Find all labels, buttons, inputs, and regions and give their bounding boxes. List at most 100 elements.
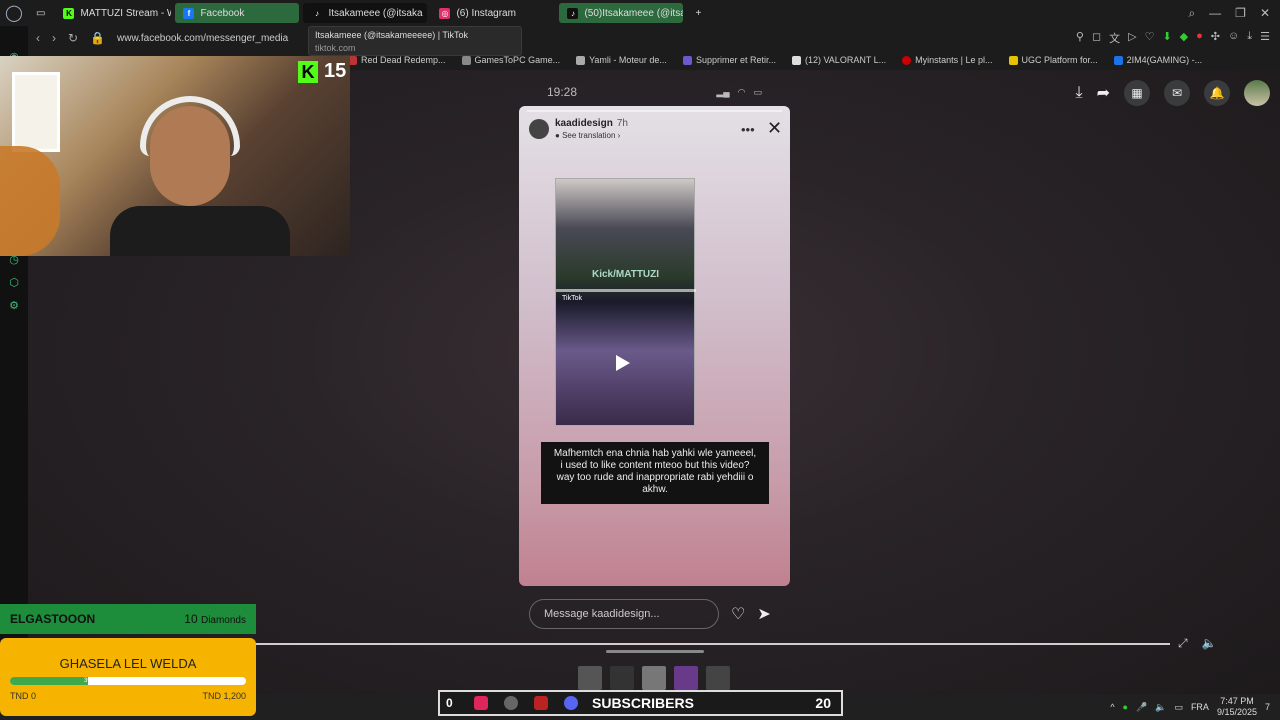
- bookmark-item[interactable]: UGC Platform for...: [1008, 55, 1098, 65]
- chevron-up-icon[interactable]: ^: [1110, 702, 1114, 712]
- kick-icon: K: [63, 7, 75, 19]
- apps-grid-icon[interactable]: ▦: [1124, 80, 1150, 106]
- speaker-icon[interactable]: 🔈: [1155, 702, 1166, 713]
- valorant-icon: [534, 696, 548, 710]
- donor-name: ELGASTOOON: [10, 612, 96, 626]
- tooltip-title: Itsakameee (@itsakameeeee) | TikTok: [315, 30, 469, 40]
- bookmark-item[interactable]: GamesToPC Game...: [461, 55, 561, 65]
- network-icon[interactable]: ▭: [1174, 702, 1183, 713]
- translate-icon[interactable]: 文: [1109, 30, 1120, 46]
- video-timeline[interactable]: [256, 643, 1170, 645]
- close-icon[interactable]: ✕: [767, 118, 782, 139]
- notification-badge[interactable]: 7: [1265, 702, 1270, 712]
- story-thumbnail[interactable]: [578, 666, 602, 690]
- avatar[interactable]: [1244, 80, 1270, 106]
- reload-icon[interactable]: ↻: [68, 31, 78, 45]
- see-translation-link[interactable]: See translation: [562, 131, 615, 140]
- story-thumbnail[interactable]: [610, 666, 634, 690]
- workspaces-icon: ▭: [36, 7, 46, 19]
- pin-icon[interactable]: ⚲: [1076, 30, 1084, 46]
- menu-icon[interactable]: ☰: [1260, 30, 1270, 46]
- tab-facebook[interactable]: f Facebook: [175, 3, 300, 23]
- language-indicator[interactable]: FRA: [1191, 702, 1209, 712]
- bookmark-item[interactable]: (12) VALORANT L...: [791, 55, 886, 65]
- download-icon[interactable]: ⤓: [1076, 84, 1083, 102]
- puzzle-icon[interactable]: ✣: [1211, 30, 1220, 46]
- more-options-icon[interactable]: •••: [741, 122, 755, 137]
- play-icon[interactable]: [616, 355, 630, 371]
- like-heart-icon[interactable]: ♡: [731, 604, 745, 624]
- url-field[interactable]: www.facebook.com/messenger_media: [117, 33, 288, 44]
- restore-icon[interactable]: ❐: [1235, 6, 1246, 21]
- bookmark-item[interactable]: Yamli - Moteur de...: [576, 55, 667, 65]
- story-reply-bar: Message kaadidesign... ♡ ➤: [519, 598, 790, 630]
- system-tray: ^ ● 🎤 🔈 ▭ FRA 7:47 PM 9/15/2025 7: [1110, 694, 1270, 720]
- story-shared-video[interactable]: Kick/MATTUZI TikTok: [555, 178, 696, 426]
- play-icon[interactable]: ▷: [1128, 30, 1136, 46]
- tray-app-icon[interactable]: ●: [1123, 702, 1128, 712]
- forward-icon[interactable]: ›: [52, 31, 56, 45]
- bookmark-icon: [576, 55, 586, 65]
- record-icon[interactable]: ●: [1196, 30, 1203, 46]
- settings-icon[interactable]: ⚙: [9, 299, 19, 312]
- tiktok-icon: ♪: [311, 7, 323, 19]
- nav-buttons: ‹ › ↻ 🔒: [28, 31, 105, 45]
- downloads-icon[interactable]: ⤓: [1247, 30, 1252, 46]
- bookmark-label: UGC Platform for...: [1021, 55, 1098, 65]
- subscribers-label: SUBSCRIBERS: [592, 695, 694, 711]
- instagram-icon: ◎: [439, 7, 451, 19]
- bookmark-label: Yamli - Moteur de...: [589, 55, 667, 65]
- tab-tiktok-2[interactable]: ♪ (50)Itsakameee (@itsaka: [559, 3, 684, 23]
- bookmark-item[interactable]: Supprimer et Retir...: [682, 55, 776, 65]
- goal-start: TND 0: [10, 691, 37, 701]
- message-input[interactable]: Message kaadidesign...: [529, 599, 719, 629]
- heart-icon[interactable]: ♡: [1145, 30, 1155, 46]
- taskbar-clock[interactable]: 7:47 PM 9/15/2025: [1217, 696, 1257, 718]
- fullscreen-icon[interactable]: ⤢: [1178, 636, 1188, 651]
- download-arrow-icon[interactable]: ⬇: [1162, 30, 1171, 46]
- snapshot-icon[interactable]: ◻: [1092, 30, 1101, 46]
- subscribers-count: 20: [815, 695, 831, 711]
- bookmark-item[interactable]: Red Dead Redemp...: [348, 55, 446, 65]
- microphone-icon[interactable]: 🎤: [1136, 702, 1147, 713]
- close-window-icon[interactable]: ✕: [1260, 6, 1270, 21]
- address-bar: ‹ › ↻ 🔒 www.facebook.com/messenger_media…: [28, 26, 1280, 50]
- bookmark-label: Supprimer et Retir...: [695, 55, 776, 65]
- facebook-header-icons: ⤓ ➦ ▦ ✉ 🔔: [1076, 80, 1270, 106]
- tab-label: (6) Instagram: [456, 7, 516, 19]
- opera-logo-icon[interactable]: ◯: [0, 0, 28, 26]
- window-controls: ⌕ — ❐ ✕: [1188, 6, 1280, 21]
- tab-tiktok[interactable]: ♪ Itsakameee (@itsaka ✕: [303, 3, 428, 23]
- donation-goal-widget: GHASELA LEL WELDA 397 TND 0 TND 1,200: [0, 638, 256, 716]
- avatar[interactable]: [529, 119, 549, 139]
- sidebar-cube-icon[interactable]: ⬡: [9, 276, 19, 289]
- tab-label: Itsakameee (@itsaka: [328, 7, 423, 19]
- story-thumbnail[interactable]: [642, 666, 666, 690]
- share-icon[interactable]: ➦: [1097, 83, 1110, 103]
- media-stream-label: Kick/MATTUZI: [592, 269, 660, 280]
- profile-icon[interactable]: ☺: [1228, 30, 1239, 46]
- back-icon[interactable]: ‹: [36, 31, 40, 45]
- extension-icon[interactable]: ◆: [1180, 30, 1188, 46]
- tab-workspaces[interactable]: ▭: [30, 3, 51, 23]
- tooltip-domain: tiktok.com: [315, 43, 356, 53]
- bookmark-label: GamesToPC Game...: [474, 55, 561, 65]
- volume-icon[interactable]: 🔈: [1202, 636, 1217, 651]
- story-username[interactable]: kaadidesign: [555, 118, 613, 129]
- story-thumbnail[interactable]: [706, 666, 730, 690]
- messenger-icon[interactable]: ✉: [1164, 80, 1190, 106]
- bookmark-item[interactable]: Myinstants | Le pl...: [902, 55, 993, 65]
- minimize-icon[interactable]: —: [1209, 6, 1221, 21]
- bookmark-icon: [682, 55, 692, 65]
- tab-instagram[interactable]: ◎ (6) Instagram: [431, 3, 555, 23]
- story-thumbnail[interactable]: [674, 666, 698, 690]
- new-tab-button[interactable]: +: [687, 3, 709, 23]
- send-icon[interactable]: ➤: [757, 604, 770, 624]
- search-icon[interactable]: ⌕: [1188, 6, 1195, 21]
- notifications-bell-icon[interactable]: 🔔: [1204, 80, 1230, 106]
- scrub-handle[interactable]: [606, 650, 704, 653]
- goal-end: TND 1,200: [202, 691, 246, 701]
- tab-label: MATTUZI Stream - Watch: [80, 7, 171, 19]
- bookmark-item[interactable]: 2IM4(GAMING) -...: [1113, 55, 1202, 65]
- tab-mattuzi[interactable]: K MATTUZI Stream - Watch: [55, 3, 171, 23]
